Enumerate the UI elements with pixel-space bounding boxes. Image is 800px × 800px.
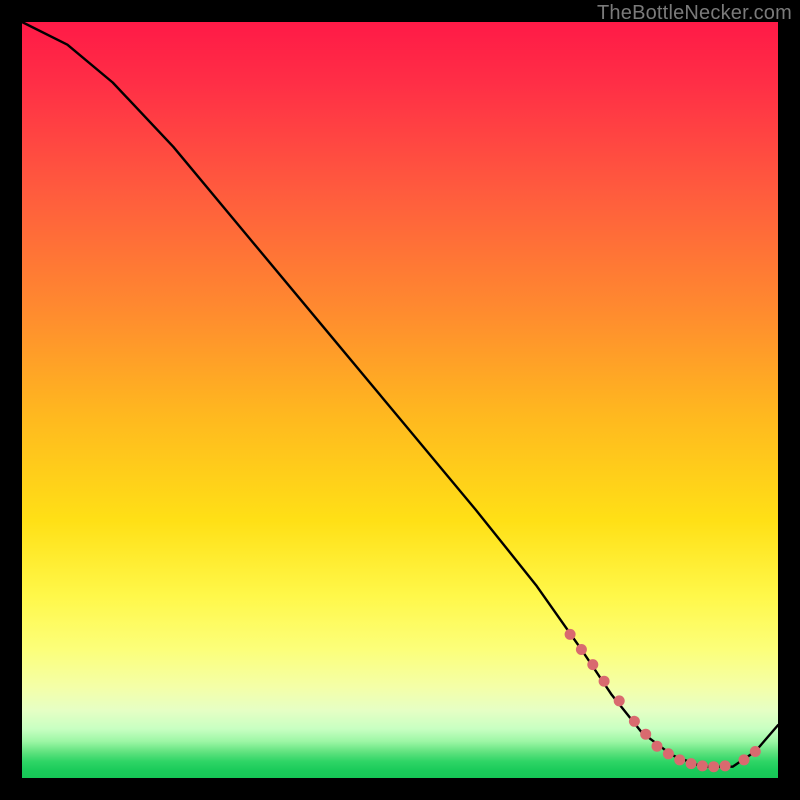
marker-group	[565, 629, 761, 772]
marker-dot	[587, 659, 598, 670]
marker-dot	[640, 729, 651, 740]
marker-dot	[697, 760, 708, 771]
marker-dot	[720, 760, 731, 771]
chart-plot-area	[22, 22, 778, 778]
marker-dot	[629, 716, 640, 727]
marker-dot	[739, 754, 750, 765]
marker-dot	[576, 644, 587, 655]
marker-dot	[565, 629, 576, 640]
chart-svg	[22, 22, 778, 778]
watermark-text: TheBottleNecker.com	[597, 2, 792, 25]
marker-dot	[663, 748, 674, 759]
marker-dot	[686, 758, 697, 769]
marker-dot	[599, 676, 610, 687]
marker-dot	[750, 746, 761, 757]
chart-stage: TheBottleNecker.com	[0, 0, 800, 800]
curve-line	[22, 22, 778, 767]
marker-dot	[652, 741, 663, 752]
marker-dot	[614, 695, 625, 706]
marker-dot	[674, 754, 685, 765]
marker-dot	[708, 761, 719, 772]
